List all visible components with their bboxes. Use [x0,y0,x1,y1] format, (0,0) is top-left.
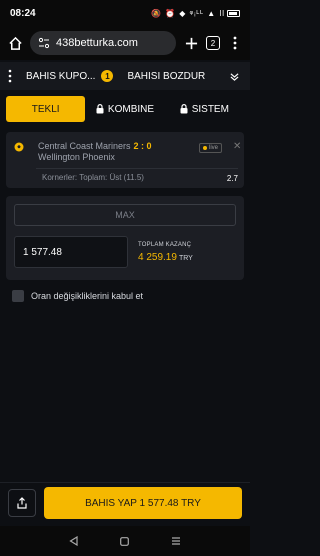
tab-cashout[interactable]: BAHISI BOZDUR [127,71,205,82]
away-team: Wellington Phoenix [38,152,115,162]
lock-icon [96,104,104,114]
tab-combo[interactable]: KOMBINE [85,96,164,122]
max-stake-button[interactable]: MAX [14,204,236,226]
battery-icon [227,9,240,17]
live-dot-icon [203,146,207,150]
browser-menu-icon[interactable] [226,34,244,52]
share-button[interactable] [8,489,36,517]
lock-icon [180,104,188,114]
payout-currency: TRY [178,255,193,262]
market-name: Kornerler: Toplam: Üst (11.5) [42,173,144,182]
bet-selection-card: Central Coast Mariners 2 : 0 Wellington P… [6,132,244,188]
status-icons: 🔕 ⏰ ◆ ᵠᵢᴸᴸ ▲ ll [151,9,240,18]
home-team: Central Coast Mariners 2 : 0 [38,141,152,151]
total-payout: TOPLAM KAZANÇ 4 259.19 TRY [132,236,236,268]
accept-odds-change[interactable]: Oran değişikliklerini kabul et [12,290,143,302]
tab-betslip-label: BAHIS KUPO... [26,70,96,82]
stake-panel: MAX 1 577.48 TOPLAM KAZANÇ 4 259.19 TRY [6,196,244,280]
home-team-name: Central Coast Mariners [38,141,131,151]
place-bet-button[interactable]: BAHIS YAP 1 577.48 TRY [44,487,242,519]
accept-odds-label: Oran değişikliklerini kabul et [31,291,144,301]
chevron-down-icon[interactable] [230,72,239,81]
bet-type-tabs: TEKLI KOMBINE SISTEM [6,96,244,122]
system-navigation-bar [0,526,250,556]
payout-label: TOPLAM KAZANÇ [138,242,192,248]
tab-cashout-label: BAHISI BOZDUR [127,70,206,82]
payout-value: 4 259.19 [138,252,177,263]
tab-single-label: TEKLI [31,103,60,115]
football-icon [14,142,24,152]
site-settings-icon[interactable] [38,37,50,49]
betslip-count-badge: 1 [101,70,114,82]
share-icon [17,497,27,509]
browser-toolbar: 438betturka.com 2 [0,26,250,60]
more-options-icon[interactable] [8,69,12,83]
tab-system[interactable]: SISTEM [165,96,244,122]
address-bar[interactable]: 438betturka.com [30,31,176,55]
tab-system-label: SISTEM [191,103,229,115]
betslip-header: BAHIS KUPO... 1 BAHISI BOZDUR [0,62,250,90]
tab-combo-label: KOMBINE [107,103,155,115]
tab-betslip[interactable]: BAHIS KUPO... 1 [26,70,114,82]
stake-input[interactable]: 1 577.48 [14,236,128,268]
match-score: 2 : 0 [133,141,152,151]
tab-switcher-button[interactable]: 2 [206,36,220,50]
divider [36,168,238,169]
remove-selection-icon[interactable]: ✕ [233,141,241,152]
live-badge: live [199,143,223,153]
betslip-footer: BAHIS YAP 1 577.48 TRY [0,482,250,524]
status-icon-glyphs: 🔕 ⏰ ◆ ᵠᵢᴸᴸ ▲ ll [150,8,225,18]
url-text: 438betturka.com [56,37,138,49]
home-icon[interactable] [6,34,24,52]
status-bar: 08:24 🔕 ⏰ ◆ ᵠᵢᴸᴸ ▲ ll [0,0,250,26]
new-tab-icon[interactable] [182,34,200,52]
odds-value: 2.7 [226,174,238,183]
status-time: 08:24 [10,7,36,19]
payout-amount: 4 259.19 TRY [138,252,193,263]
home-square-icon[interactable] [120,536,129,546]
live-label: live [209,145,219,151]
accept-odds-checkbox[interactable] [12,290,24,302]
recents-icon[interactable] [171,536,181,546]
tab-single[interactable]: TEKLI [6,96,86,122]
back-icon[interactable] [69,536,78,546]
